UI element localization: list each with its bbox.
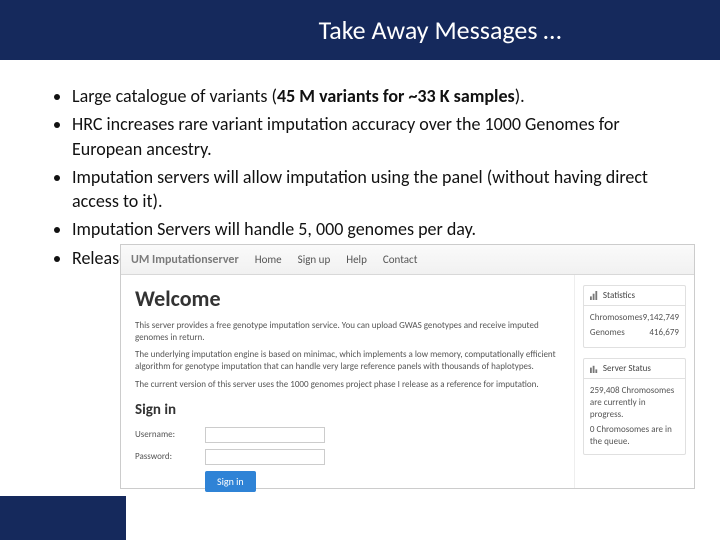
welcome-paragraph: The underlying imputation engine is base… xyxy=(135,349,560,373)
stat-row: Chromosomes9,142,749 xyxy=(590,312,679,324)
username-label: Username: xyxy=(135,429,205,440)
panel-left: Welcome This server provides a free geno… xyxy=(121,275,574,488)
signin-button[interactable]: Sign in xyxy=(205,471,256,492)
slide-title: Take Away Messages … xyxy=(319,14,562,46)
stats-icon xyxy=(590,291,599,300)
list-item: Imputation servers will allow imputation… xyxy=(72,165,684,214)
password-input[interactable] xyxy=(205,449,325,465)
nav-help[interactable]: Help xyxy=(346,253,367,266)
password-label: Password: xyxy=(135,451,205,462)
list-item: Imputation Servers will handle 5, 000 ge… xyxy=(72,217,684,241)
slide: Take Away Messages … Large catalogue of … xyxy=(0,0,720,540)
signin-heading: Sign in xyxy=(135,401,560,419)
status-line: 259,408 Chromosomes are currently in pro… xyxy=(590,385,679,420)
username-input[interactable] xyxy=(205,427,325,443)
panel-body: Welcome This server provides a free geno… xyxy=(121,275,694,488)
status-line: 0 Chromosomes are in the queue. xyxy=(590,424,679,447)
welcome-paragraph: This server provides a free genotype imp… xyxy=(135,320,560,344)
nav-contact[interactable]: Contact xyxy=(383,253,418,266)
password-row: Password: xyxy=(135,449,560,465)
status-icon xyxy=(590,364,599,373)
stat-row: Genomes416,679 xyxy=(590,327,679,339)
embedded-screenshot: UM Imputationserver Home Sign up Help Co… xyxy=(120,244,695,489)
nav-signup[interactable]: Sign up xyxy=(298,253,331,266)
status-card: Server Status 259,408 Chromosomes are cu… xyxy=(583,358,686,454)
status-body: 259,408 Chromosomes are currently in pro… xyxy=(584,379,685,453)
navbar: UM Imputationserver Home Sign up Help Co… xyxy=(121,245,694,275)
welcome-heading: Welcome xyxy=(135,285,560,312)
list-item: HRC increases rare variant imputation ac… xyxy=(72,112,684,161)
username-row: Username: xyxy=(135,427,560,443)
list-item: Large catalogue of variants (45 M varian… xyxy=(72,84,684,108)
stats-heading: Statistics xyxy=(584,286,685,306)
welcome-paragraph: The current version of this server uses … xyxy=(135,379,560,391)
status-heading: Server Status xyxy=(584,359,685,379)
panel-right: Statistics Chromosomes9,142,749 Genomes4… xyxy=(574,275,694,488)
stats-body: Chromosomes9,142,749 Genomes416,679 xyxy=(584,306,685,347)
title-bar: Take Away Messages … xyxy=(0,0,720,60)
corner-bar xyxy=(0,496,126,540)
nav-home[interactable]: Home xyxy=(255,253,282,266)
brand-text: UM Imputationserver xyxy=(131,253,239,267)
stats-card: Statistics Chromosomes9,142,749 Genomes4… xyxy=(583,285,686,348)
